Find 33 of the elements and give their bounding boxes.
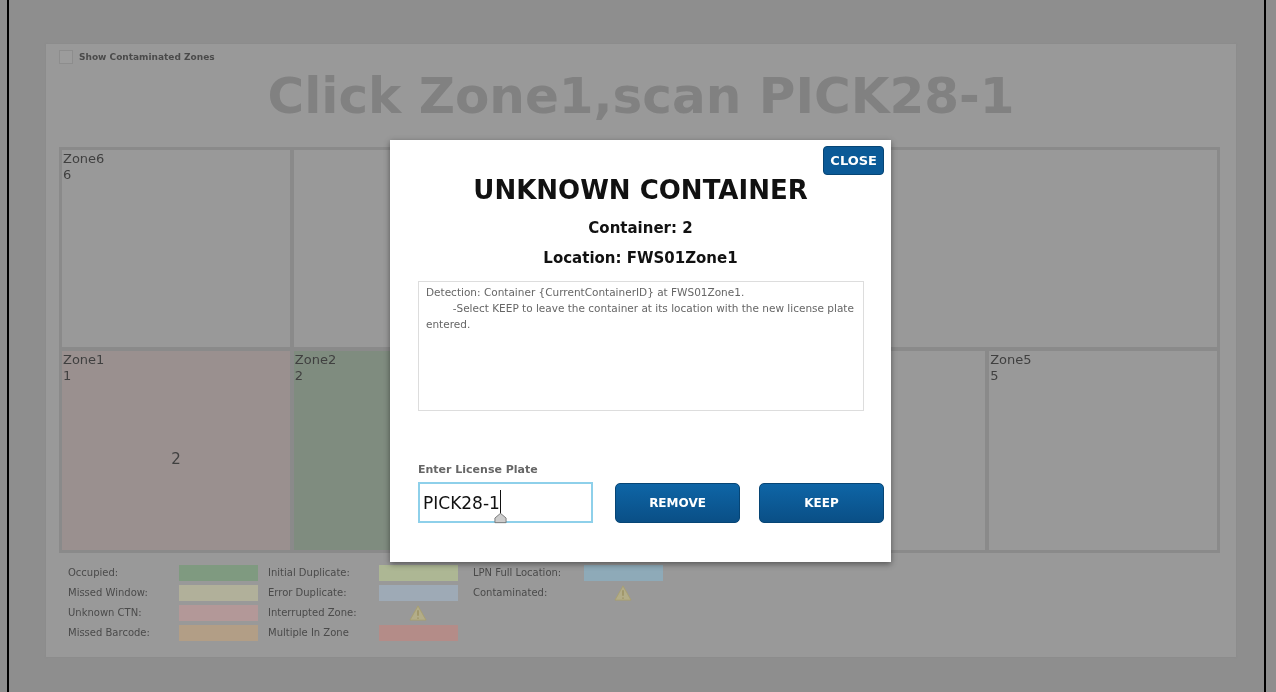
checkbox-label: Show Contaminated Zones [79, 52, 215, 62]
license-plate-label: Enter License Plate [418, 463, 539, 476]
legend-label: Unknown CTN: [68, 606, 143, 620]
legend-label: Error Duplicate: [268, 586, 348, 600]
zone-name: Zone6 [63, 151, 106, 167]
location-label: Location: FWS01Zone1 [542, 249, 739, 267]
close-button[interactable]: CLOSE [823, 146, 884, 175]
warning-icon [614, 585, 632, 601]
action-button[interactable]: REMOVE [615, 482, 740, 523]
legend-label: Occupied: [68, 566, 120, 580]
legend-label: Missed Barcode: [68, 626, 151, 640]
license-plate-field[interactable]: PICK28-1 [418, 482, 593, 523]
zone-number: 2 [294, 368, 305, 384]
legend-label: Missed Window: [68, 586, 149, 600]
dialog-title: UNKNOWN CONTAINER [472, 174, 809, 207]
zone-cell[interactable]: Zone5 5 [986, 348, 1220, 553]
container-count: 2 [170, 450, 182, 468]
legend-label: Contaminated: [473, 586, 549, 600]
zone-name: Zone1 [63, 352, 106, 368]
zone-number: 1 [63, 368, 73, 384]
cursor-handle-icon[interactable] [493, 511, 507, 524]
message-box: Detection: Container {CurrentContainerID} at FWS01Zone1. -Select KEEP to leave the container at its location with the new license plate entered. [418, 281, 864, 411]
action-button[interactable]: KEEP [759, 482, 884, 523]
warning-icon [409, 605, 427, 621]
legend-label: LPN Full Location: [473, 566, 563, 580]
zone-number: 6 [63, 167, 73, 183]
zone-number: 5 [990, 368, 1000, 384]
container-label: Container: 2 [587, 219, 694, 237]
zone-name: Zone2 [294, 352, 338, 368]
zone-name: Zone5 [990, 352, 1033, 368]
legend-label: Multiple In Zone [268, 626, 350, 640]
legend-label: Initial Duplicate: [268, 566, 351, 580]
legend-label: Interrupted Zone: [268, 606, 358, 620]
